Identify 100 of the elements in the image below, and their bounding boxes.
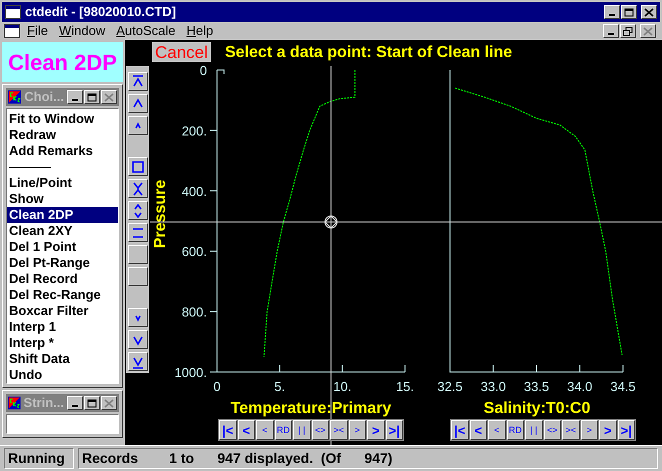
close-icon — [644, 8, 654, 16]
tool-button[interactable] — [128, 308, 148, 327]
tick-label: 1000. — [174, 365, 207, 380]
choice-item[interactable]: Boxcar Filter — [7, 303, 118, 319]
string-input-field[interactable] — [6, 414, 119, 434]
tool-button[interactable] — [128, 352, 148, 371]
tick-label: 33.5 — [524, 379, 550, 394]
nav-button[interactable]: >| — [386, 420, 403, 440]
app-icon — [8, 89, 22, 105]
tool-button[interactable] — [128, 267, 148, 286]
choice-item[interactable]: Del 1 Point — [7, 239, 118, 255]
window-title: ctdedit - [98020010.CTD] — [25, 3, 176, 22]
tool-window-title: Choi... — [24, 88, 64, 106]
minimize-button[interactable] — [604, 5, 620, 19]
minimize-button[interactable] — [603, 24, 619, 38]
tool-button[interactable] — [128, 245, 148, 264]
choice-item[interactable]: Del Rec-Range — [7, 287, 118, 303]
tool-button[interactable] — [128, 223, 148, 242]
close-button[interactable] — [641, 5, 657, 19]
choice-item[interactable]: Del Record — [7, 271, 118, 287]
choice-item[interactable]: Line/Point — [7, 175, 118, 191]
tick-label: 32.5 — [437, 379, 463, 394]
tick-label: 15. — [396, 379, 414, 394]
minimize-button[interactable] — [67, 90, 83, 104]
nav-button[interactable]: < — [470, 420, 487, 440]
menu-item[interactable]: Help — [182, 21, 218, 41]
close-button[interactable] — [640, 24, 656, 38]
app-icon — [8, 395, 21, 411]
cursor-marker — [324, 215, 338, 229]
choice-item[interactable]: Del Pt-Range — [7, 255, 118, 271]
tick-label: 10. — [333, 379, 352, 394]
tool-button[interactable] — [128, 72, 148, 91]
choice-item[interactable]: Redraw — [7, 127, 118, 143]
nav-button[interactable]: |< — [451, 420, 468, 440]
tick-label: 0 — [213, 379, 221, 394]
axis-title: Pressure — [152, 180, 169, 248]
nav-button[interactable]: >| — [618, 420, 635, 440]
nav-button[interactable]: | | — [293, 420, 310, 440]
tool-button[interactable] — [128, 116, 148, 135]
maximize-icon — [624, 8, 634, 16]
nav-button[interactable]: | | — [525, 420, 542, 440]
tick-label: 0 — [200, 63, 207, 78]
maximize-button[interactable] — [84, 396, 100, 410]
choice-item[interactable]: Interp * — [7, 335, 118, 351]
nav-button[interactable]: > — [348, 420, 366, 440]
nav-button[interactable]: > — [599, 420, 616, 440]
menu-item[interactable]: File — [23, 21, 52, 41]
nav-button[interactable]: < — [256, 420, 274, 440]
restore-button[interactable] — [620, 24, 636, 38]
caret-down-bar-icon — [131, 354, 145, 368]
close-button[interactable] — [101, 396, 117, 410]
tool-button[interactable] — [128, 201, 148, 220]
caret-up-bar-icon — [131, 74, 145, 88]
menu-item[interactable]: AutoScale — [112, 21, 180, 41]
tick-label: 200. — [182, 123, 207, 138]
tool-button[interactable] — [128, 157, 148, 176]
status-records: Records 1 to 947 displayed. (Of 947) — [78, 448, 658, 469]
close-icon — [104, 398, 114, 408]
tick-label: 5. — [274, 379, 286, 394]
choice-item[interactable]: Add Remarks — [7, 143, 118, 159]
separator — [9, 166, 51, 168]
tick-label: 33.0 — [480, 379, 506, 394]
caret-up-icon — [131, 96, 145, 110]
tool-button[interactable] — [128, 330, 148, 349]
nav-button[interactable]: |< — [219, 420, 236, 440]
minimize-button[interactable] — [67, 396, 83, 410]
choice-item[interactable]: Undo — [7, 367, 118, 383]
nav-button[interactable]: > — [580, 420, 598, 440]
minimize-icon — [72, 99, 78, 101]
nav-button[interactable]: >< — [562, 420, 580, 440]
minimize-icon — [609, 14, 615, 16]
choice-item[interactable]: Fit to Window — [7, 111, 118, 127]
choice-item[interactable]: Shift Data — [7, 351, 118, 367]
choice-item[interactable]: Interp 1 — [7, 319, 118, 335]
minimize-icon — [608, 33, 614, 35]
tool-button[interactable] — [128, 94, 148, 113]
nav-button[interactable]: RD — [506, 420, 524, 440]
square-icon — [131, 160, 145, 174]
nav-button[interactable]: <> — [544, 420, 561, 440]
choice-item[interactable]: Show — [7, 191, 118, 207]
maximize-icon — [87, 398, 97, 408]
nav-button[interactable]: >< — [330, 420, 348, 440]
menu-item[interactable]: Window — [54, 21, 110, 41]
nav-button[interactable]: > — [367, 420, 384, 440]
choice-item[interactable]: Clean 2XY — [7, 223, 118, 239]
tick-label: 800. — [182, 304, 207, 320]
choice-item[interactable]: Clean 2DP — [7, 207, 118, 223]
close-icon — [643, 26, 653, 36]
nav-button[interactable]: < — [238, 420, 255, 440]
nav-button[interactable]: RD — [274, 420, 292, 440]
close-button[interactable] — [101, 90, 117, 104]
nav-button[interactable]: <> — [312, 420, 329, 440]
document-icon — [4, 24, 20, 38]
maximize-button[interactable] — [621, 5, 637, 19]
maximize-button[interactable] — [84, 90, 100, 104]
restore-icon — [623, 26, 633, 36]
window-icon — [5, 5, 21, 19]
axis-title: Salinity:T0:C0 — [484, 400, 590, 417]
tool-button[interactable] — [128, 179, 148, 198]
nav-button[interactable]: < — [488, 420, 506, 440]
